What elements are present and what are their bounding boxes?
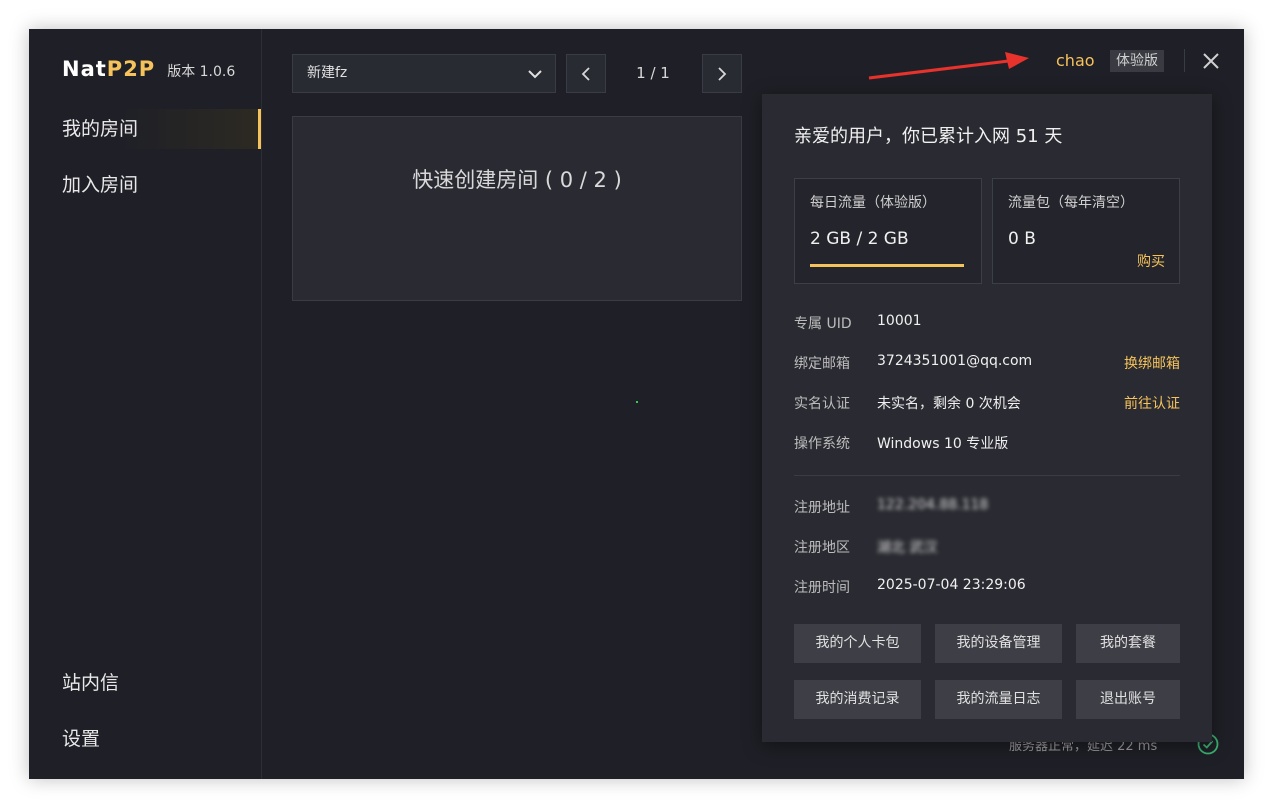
close-icon[interactable]: [1200, 50, 1222, 72]
logout-button[interactable]: 退出账号: [1076, 680, 1180, 719]
profile-greeting: 亲爱的用户，你已累计入网 51 天: [794, 126, 1063, 147]
email-label: 绑定邮箱: [794, 356, 850, 372]
my-plan-button[interactable]: 我的套餐: [1076, 624, 1180, 663]
daily-traffic-card: 每日流量（体验版） 2 GB / 2 GB: [794, 178, 982, 284]
email-value: 3724351001@qq.com: [877, 353, 1033, 369]
quick-create-room-card[interactable]: 快速创建房间 ( 0 / 2 ): [292, 116, 742, 301]
traffic-pack-value: 0 B: [1008, 229, 1036, 249]
app-logo: Nat P2P 版本 1.0.6: [62, 57, 235, 81]
profile-popover: 亲爱的用户，你已累计入网 51 天 每日流量（体验版） 2 GB / 2 GB …: [762, 94, 1212, 742]
email-row: 绑定邮箱 3724351001@qq.com 换绑邮箱: [794, 353, 1180, 373]
os-value: Windows 10 专业版: [877, 436, 1009, 452]
change-email-link[interactable]: 换绑邮箱: [1124, 353, 1180, 373]
logo-nat-text: Nat: [62, 57, 107, 81]
daily-traffic-value: 2 GB / 2 GB: [810, 229, 909, 249]
os-label: 操作系统: [794, 436, 850, 452]
sidebar-item-messages[interactable]: 站内信: [29, 663, 261, 703]
my-devices-button[interactable]: 我的设备管理: [935, 624, 1062, 663]
arrow-annotation-icon: [868, 52, 1029, 80]
chevron-right-icon: [718, 66, 727, 81]
edition-badge: 体验版: [1110, 50, 1164, 72]
uid-label: 专属 UID: [794, 316, 852, 332]
my-purchases-button[interactable]: 我的消费记录: [794, 680, 921, 719]
verify-identity-link[interactable]: 前往认证: [1124, 393, 1180, 413]
sidebar-item-join-room[interactable]: 加入房间: [29, 165, 261, 205]
reg-time-label: 注册时间: [794, 580, 850, 596]
reg-region-label: 注册地区: [794, 540, 850, 556]
quick-create-room-label: 快速创建房间 ( 0 / 2 ): [412, 167, 622, 192]
sidebar-item-my-rooms[interactable]: 我的房间: [29, 109, 261, 149]
sidebar: Nat P2P 版本 1.0.6 我的房间 加入房间 站内信 设置: [29, 29, 262, 779]
reg-address-label: 注册地址: [794, 500, 850, 516]
realname-row: 实名认证 未实名，剩余 0 次机会 前往认证: [794, 393, 1180, 413]
reg-time-value: 2025-07-04 23:29:06: [877, 577, 1026, 593]
reg-time-row: 注册时间 2025-07-04 23:29:06: [794, 577, 1180, 597]
app-version: 版本 1.0.6: [167, 64, 236, 80]
uid-row: 专属 UID 10001: [794, 313, 1180, 333]
room-group-select[interactable]: 新建fz: [292, 54, 556, 93]
realname-label: 实名认证: [794, 396, 850, 412]
daily-traffic-title: 每日流量（体验版）: [810, 195, 936, 211]
chevron-left-icon: [581, 66, 590, 81]
reg-address-value: 122.204.88.118: [877, 497, 989, 513]
logo-p2p-text: P2P: [106, 57, 156, 81]
buy-traffic-link[interactable]: 购买: [1137, 251, 1165, 271]
page-indicator: 1 / 1: [636, 64, 670, 82]
uid-value: 10001: [877, 313, 922, 329]
sidebar-item-settings[interactable]: 设置: [29, 719, 261, 759]
next-page-button[interactable]: [702, 54, 742, 93]
traffic-pack-title: 流量包（每年清空）: [1008, 195, 1134, 211]
prev-page-button[interactable]: [566, 54, 606, 93]
app-window: Nat P2P 版本 1.0.6 我的房间 加入房间 站内信 设置 新建fz 1…: [29, 29, 1244, 779]
reg-region-value: 湖北 武汉: [877, 540, 938, 556]
realname-value: 未实名，剩余 0 次机会: [877, 396, 1021, 412]
reg-address-row: 注册地址 122.204.88.118: [794, 497, 1180, 517]
username-link[interactable]: chao: [1056, 51, 1095, 70]
profile-divider: [794, 475, 1180, 476]
traffic-pack-card: 流量包（每年清空） 0 B 购买: [992, 178, 1180, 284]
reg-region-row: 注册地区 湖北 武汉: [794, 537, 1180, 557]
daily-traffic-progress-bar: [810, 264, 964, 267]
my-card-wallet-button[interactable]: 我的个人卡包: [794, 624, 921, 663]
room-group-select-value: 新建fz: [307, 65, 348, 81]
header-divider: [1184, 49, 1185, 72]
my-traffic-log-button[interactable]: 我的流量日志: [935, 680, 1062, 719]
chevron-down-icon: [528, 70, 542, 79]
os-row: 操作系统 Windows 10 专业版: [794, 433, 1180, 453]
stray-dot: [636, 401, 638, 403]
